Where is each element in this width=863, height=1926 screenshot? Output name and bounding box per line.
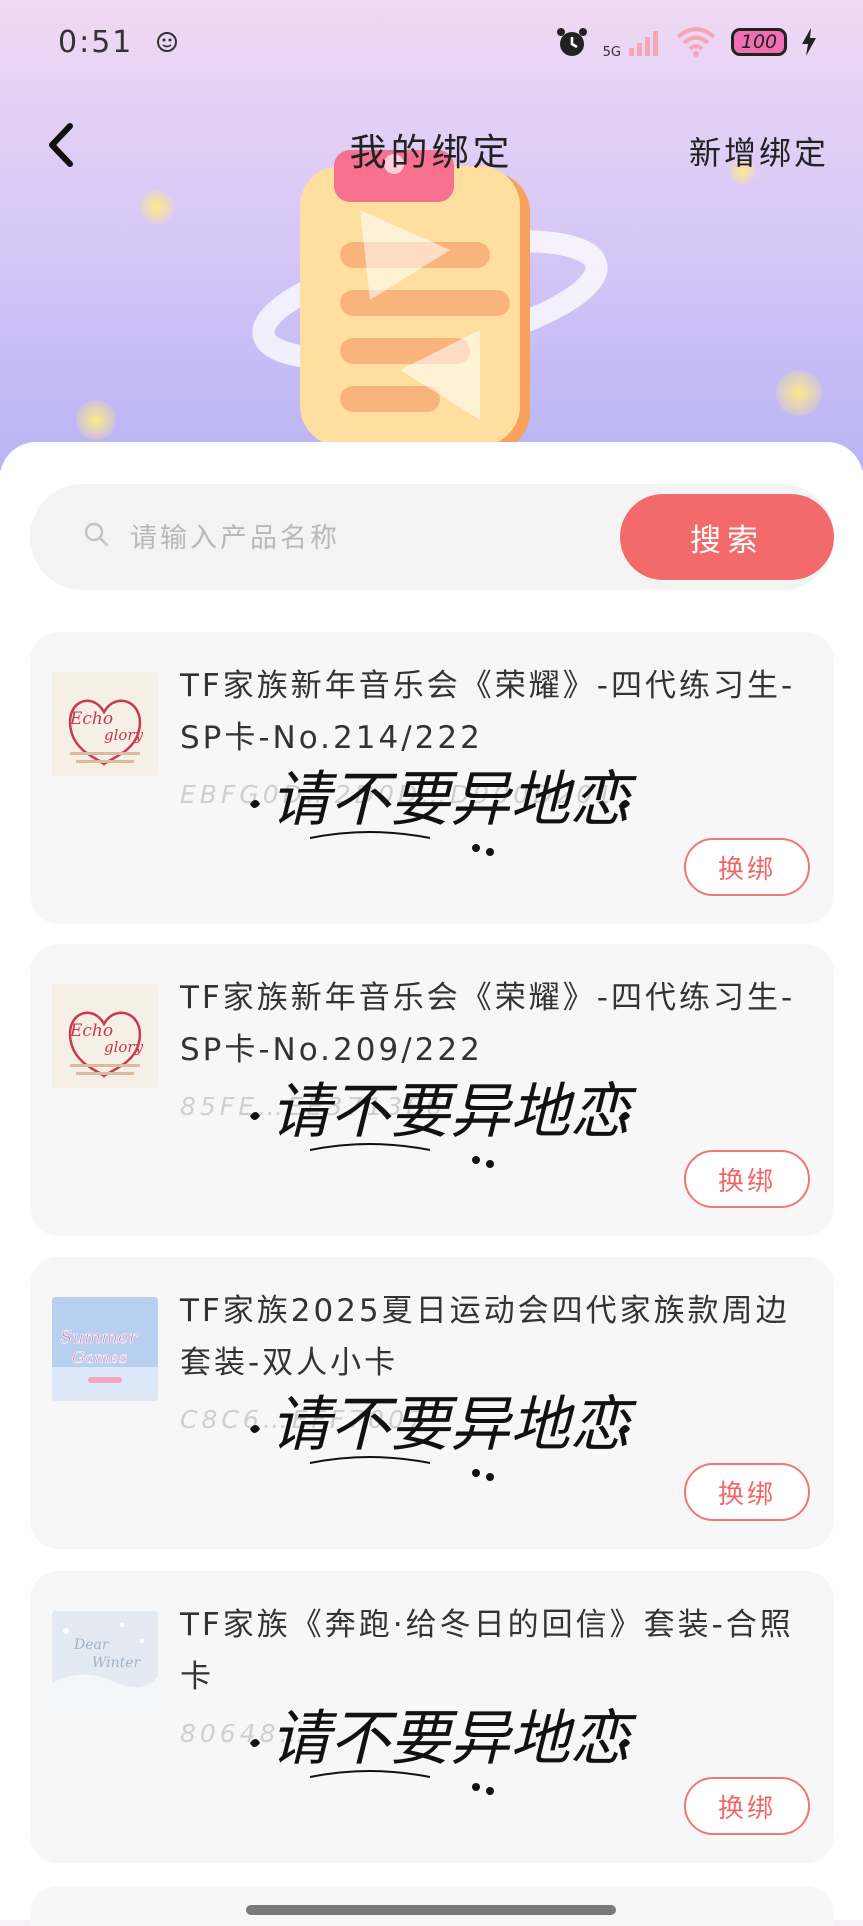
sparkle-decoration [140, 190, 174, 224]
rebind-button[interactable]: 换绑 [684, 1150, 810, 1208]
product-code: C8C6…EFF7007 [180, 1405, 428, 1434]
product-thumbnail: Echo glory [52, 672, 158, 776]
product-title: TF家族《奔跑·给冬日的回信》套装-合照卡 [180, 1607, 794, 1695]
search-input[interactable] [128, 512, 632, 564]
svg-text:Games: Games [72, 1348, 127, 1367]
status-bar: 0:51 5G 100 [0, 0, 863, 84]
winter-scene-logo-icon: Dear Winter [52, 1611, 158, 1715]
svg-text:Dear: Dear [73, 1637, 110, 1653]
cellular-signal-icon [629, 31, 658, 56]
handwritten-watermark: 请不要异地恋 [250, 1390, 637, 1481]
navigation-bar: 我的绑定 新增绑定 [0, 110, 863, 180]
clipboard-illustration-icon [252, 150, 608, 450]
svg-text:glory: glory [104, 1038, 144, 1056]
network-type-label: 5G [602, 44, 621, 60]
product-code: 80648… [180, 1719, 309, 1748]
svg-text:Summer: Summer [60, 1327, 139, 1348]
wifi-icon [676, 27, 716, 57]
product-code: EBFG0D…2D0D…D900D201 [180, 780, 617, 809]
echo-glory-logo-icon: Echo glory [52, 984, 158, 1088]
hero-banner: 0:51 5G 100 我的绑定 新增绑定 [0, 0, 863, 470]
status-time: 0:51 [58, 24, 134, 60]
battery-indicator: 100 [731, 28, 787, 56]
echo-glory-logo-icon: Echo glory [52, 672, 158, 776]
search-bar: 搜索 [30, 484, 834, 590]
summer-games-logo-icon: Summer Games [52, 1297, 158, 1401]
svg-text:glory: glory [104, 726, 144, 744]
product-thumbnail: Dear Winter [52, 1611, 158, 1715]
rebind-button[interactable]: 换绑 [684, 1777, 810, 1835]
rebind-button[interactable]: 换绑 [684, 1463, 810, 1521]
alarm-clock-icon [556, 28, 587, 56]
sparkle-decoration [776, 370, 822, 416]
binding-card: Echo glory TF家族新年音乐会《荣耀》-四代练习生-SP卡-No.21… [30, 632, 834, 924]
binding-card: Dear Winter TF家族《奔跑·给冬日的回信》套装-合照卡 80648…… [30, 1571, 834, 1863]
product-title: TF家族新年音乐会《荣耀》-四代练习生-SP卡-No.209/222 [180, 980, 796, 1068]
sparkle-decoration [76, 400, 116, 440]
charging-bolt-icon [802, 28, 816, 56]
add-binding-button[interactable]: 新增绑定 [689, 128, 829, 174]
search-button[interactable]: 搜索 [620, 494, 834, 580]
product-title: TF家族2025夏日运动会四代家族款周边套装-双人小卡 [180, 1293, 790, 1381]
rebind-button[interactable]: 换绑 [684, 838, 810, 896]
product-code: 85FE…EE3713E6 [180, 1092, 446, 1121]
product-thumbnail: Summer Games [52, 1297, 158, 1401]
binding-card: Echo glory TF家族新年音乐会《荣耀》-四代练习生-SP卡-No.20… [30, 944, 834, 1236]
search-icon [84, 522, 109, 547]
handwritten-watermark: 请不要异地恋 [250, 1077, 637, 1168]
product-thumbnail: Echo glory [52, 984, 158, 1088]
product-title: TF家族新年音乐会《荣耀》-四代练习生-SP卡-No.214/222 [180, 668, 796, 756]
home-indicator[interactable] [246, 1905, 616, 1915]
handwritten-watermark: 请不要异地恋 [250, 765, 637, 856]
handwritten-watermark: 请不要异地恋 [250, 1704, 637, 1795]
binding-card: Summer Games TF家族2025夏日运动会四代家族款周边套装-双人小卡… [30, 1257, 834, 1549]
svg-text:Winter: Winter [92, 1655, 142, 1671]
face-notification-icon [157, 32, 178, 52]
